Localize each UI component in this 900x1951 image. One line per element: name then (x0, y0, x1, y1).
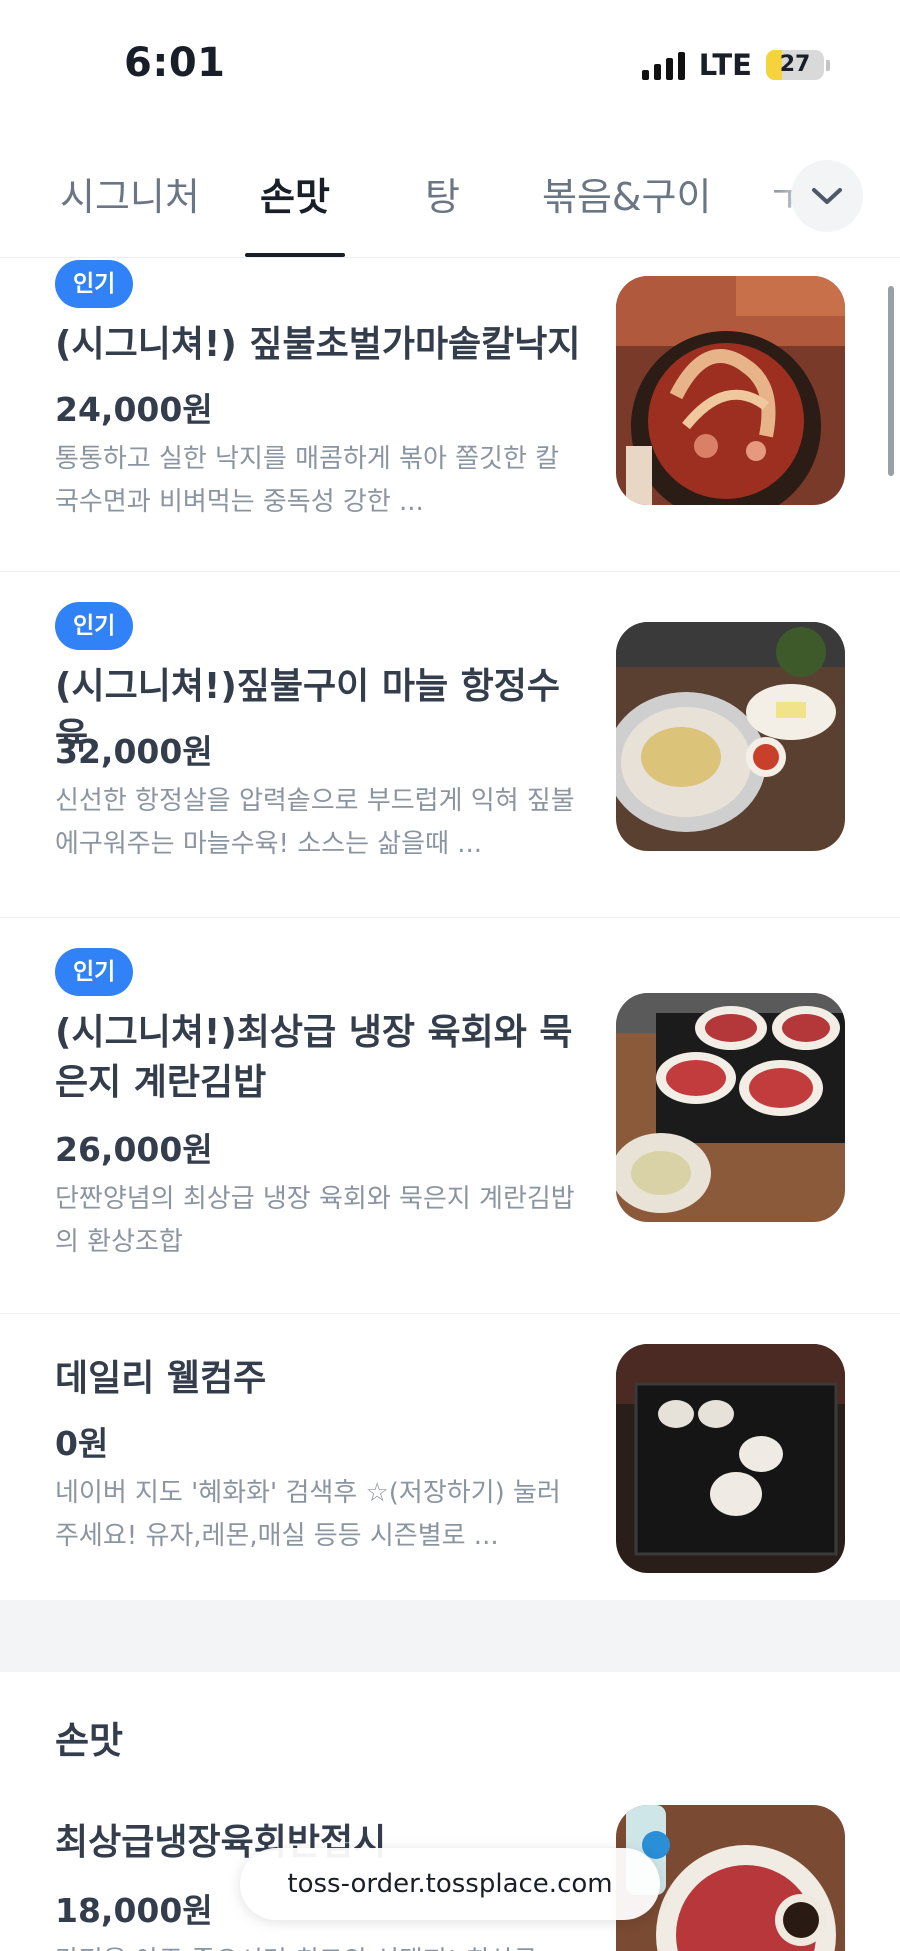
item-price: 32,000원 (55, 732, 213, 771)
menu-item[interactable]: 인기 (시그니쳐!)최상급 냉장 육회와 묵은지 계란김밥 26,000원 단짠… (0, 918, 900, 1314)
popular-badge: 인기 (55, 260, 134, 308)
menu-item[interactable]: 데일리 웰컴주 0원 네이버 지도 '혜화화' 검색후 ☆(저장하기) 눌러주세… (0, 1314, 900, 1600)
section-title: 손맛 (55, 1719, 124, 1762)
menu-item[interactable]: 인기 (시그니쳐!) 짚불초벌가마솥칼낙지 24,000원 통통하고 실한 낙지… (0, 258, 900, 572)
battery-icon: 27 (766, 50, 830, 80)
item-price: 26,000원 (55, 1130, 213, 1169)
url-text: toss-order.tossplace.com (287, 1869, 613, 1899)
battery-level: 27 (779, 52, 811, 77)
network-type: LTE (698, 48, 752, 82)
menu-item[interactable]: 인기 (시그니쳐!)짚불구이 마늘 항정수육 32,000원 신선한 항정살을 … (0, 572, 900, 918)
tab-sonmat[interactable]: 손맛 (260, 166, 330, 221)
item-photo-yukhoe (616, 993, 845, 1222)
tab-signature[interactable]: 시그니처 (60, 166, 200, 221)
item-description: 통통하고 실한 낙지를 매콤하게 볶아 쫄깃한 칼국수면과 비벼먹는 중독성 강… (55, 444, 560, 517)
status-indicators: LTE 27 (641, 48, 830, 82)
chevron-down-icon (812, 188, 842, 204)
category-tab-bar: 시그니처 손맛 탕 볶음&구이 ㅜ (0, 150, 900, 258)
item-description: 단짠양념의 최상급 냉장 육회와 묵은지 계란김밥의 환상조합 (55, 1184, 575, 1257)
item-name: 데일리 웰컴주 (55, 1358, 267, 1399)
item-description: 신선한 항정살을 압력솥으로 부드럽게 익혀 짚불에구워주는 마늘수육! 소스는… (55, 786, 575, 859)
category-dropdown-button[interactable] (791, 160, 863, 232)
popular-badge: 인기 (55, 602, 134, 650)
item-description: 네이버 지도 '혜화화' 검색후 ☆(저장하기) 눌러주세요! 유자,레몬,매실… (55, 1478, 561, 1551)
item-price: 0원 (55, 1424, 109, 1463)
item-name: (시그니쳐!) 짚불초벌가마솥칼낙지 (55, 324, 581, 365)
item-price: 18,000원 (55, 1891, 213, 1930)
active-tab-indicator (245, 253, 345, 257)
status-time: 6:01 (124, 40, 226, 86)
item-photo-welcome-drink (616, 1344, 845, 1573)
tab-stir-fry-grill[interactable]: 볶음&구이 (542, 166, 711, 221)
item-description: 간편을 아주 좋으시면 최고의 선택지! 최상급 (55, 1940, 575, 1951)
popular-badge: 인기 (55, 948, 134, 996)
status-bar: 6:01 LTE 27 (0, 0, 900, 130)
item-price: 24,000원 (55, 390, 213, 429)
item-name: (시그니쳐!)최상급 냉장 육회와 묵은지 계란김밥 (55, 1012, 573, 1103)
item-photo-pork (616, 622, 845, 851)
browser-url-bar[interactable]: toss-order.tossplace.com (240, 1848, 660, 1920)
signal-icon (641, 50, 685, 80)
section-divider (0, 1600, 900, 1672)
tab-tang[interactable]: 탕 (425, 166, 460, 221)
item-photo-octopus (616, 276, 845, 505)
